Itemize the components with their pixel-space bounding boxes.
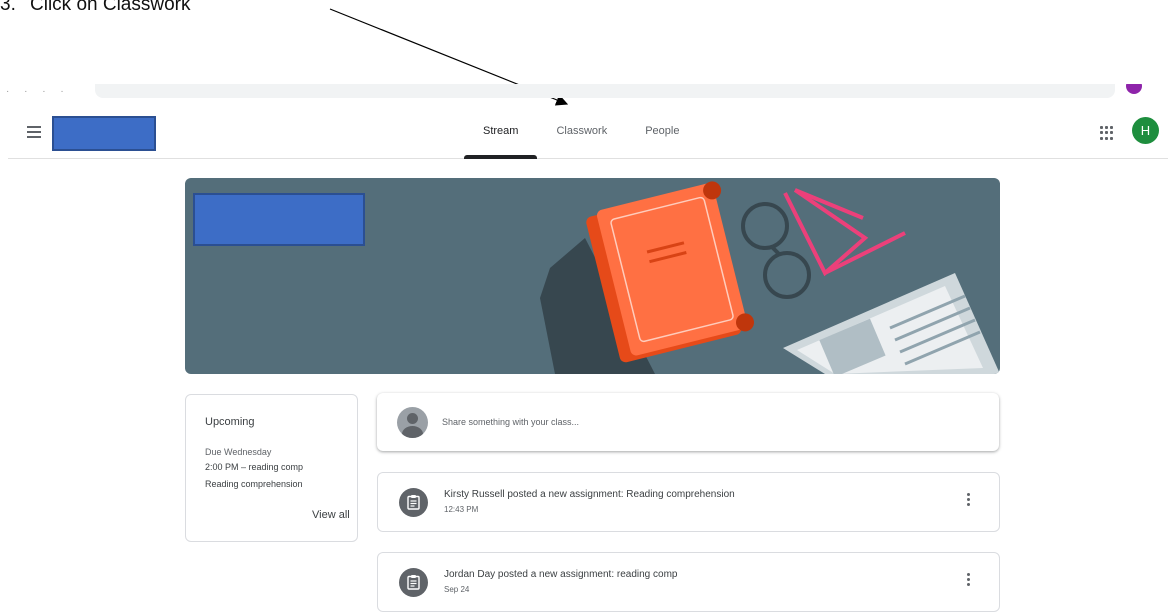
upcoming-item-title[interactable]: Reading comprehension — [205, 479, 303, 489]
google-apps-icon[interactable] — [1100, 126, 1114, 140]
share-box[interactable]: Share something with your class... — [377, 393, 999, 451]
banner-illustration — [193, 181, 1000, 374]
tab-classwork[interactable]: Classwork — [537, 104, 626, 158]
assignment-icon — [399, 568, 428, 597]
browser-nav-icons: · · · · — [6, 86, 70, 97]
menu-icon[interactable] — [27, 126, 41, 141]
upcoming-title: Upcoming — [205, 416, 255, 428]
browser-toolbar-strip: · · · · — [0, 84, 1168, 102]
class-tabs: Stream Classwork People — [464, 104, 698, 159]
post-title: Jordan Day posted a new assignment: read… — [444, 569, 678, 580]
stream-post[interactable]: Kirsty Russell posted a new assignment: … — [377, 472, 1000, 532]
post-title: Kirsty Russell posted a new assignment: … — [444, 489, 735, 500]
post-date: 12:43 PM — [444, 505, 479, 514]
assignment-icon — [399, 488, 428, 517]
annotation-arrow — [329, 8, 569, 106]
tab-people[interactable]: People — [626, 104, 698, 158]
tab-stream[interactable]: Stream — [464, 104, 538, 159]
newspaper-icon — [783, 273, 1000, 374]
more-options-icon[interactable] — [967, 493, 971, 509]
view-all-link[interactable]: View all — [312, 509, 350, 521]
user-placeholder-avatar — [397, 407, 428, 438]
user-avatar[interactable]: H — [1132, 117, 1159, 144]
post-date: Sep 24 — [444, 585, 470, 594]
banner-title-redacted — [193, 193, 365, 246]
upcoming-item-time[interactable]: 2:00 PM – reading comp — [205, 462, 303, 472]
classroom-header: Stream Classwork People H — [8, 104, 1168, 159]
upcoming-due: Due Wednesday — [205, 447, 272, 457]
class-banner — [185, 178, 1000, 374]
stream-post[interactable]: Jordan Day posted a new assignment: read… — [377, 552, 1000, 612]
upcoming-card: Upcoming Due Wednesday 2:00 PM – reading… — [185, 394, 358, 542]
share-placeholder: Share something with your class... — [442, 417, 580, 427]
browser-profile-icon[interactable] — [1126, 84, 1142, 94]
class-name-redacted[interactable] — [52, 116, 156, 151]
more-options-icon[interactable] — [967, 573, 971, 589]
browser-address-bar[interactable] — [95, 84, 1115, 98]
